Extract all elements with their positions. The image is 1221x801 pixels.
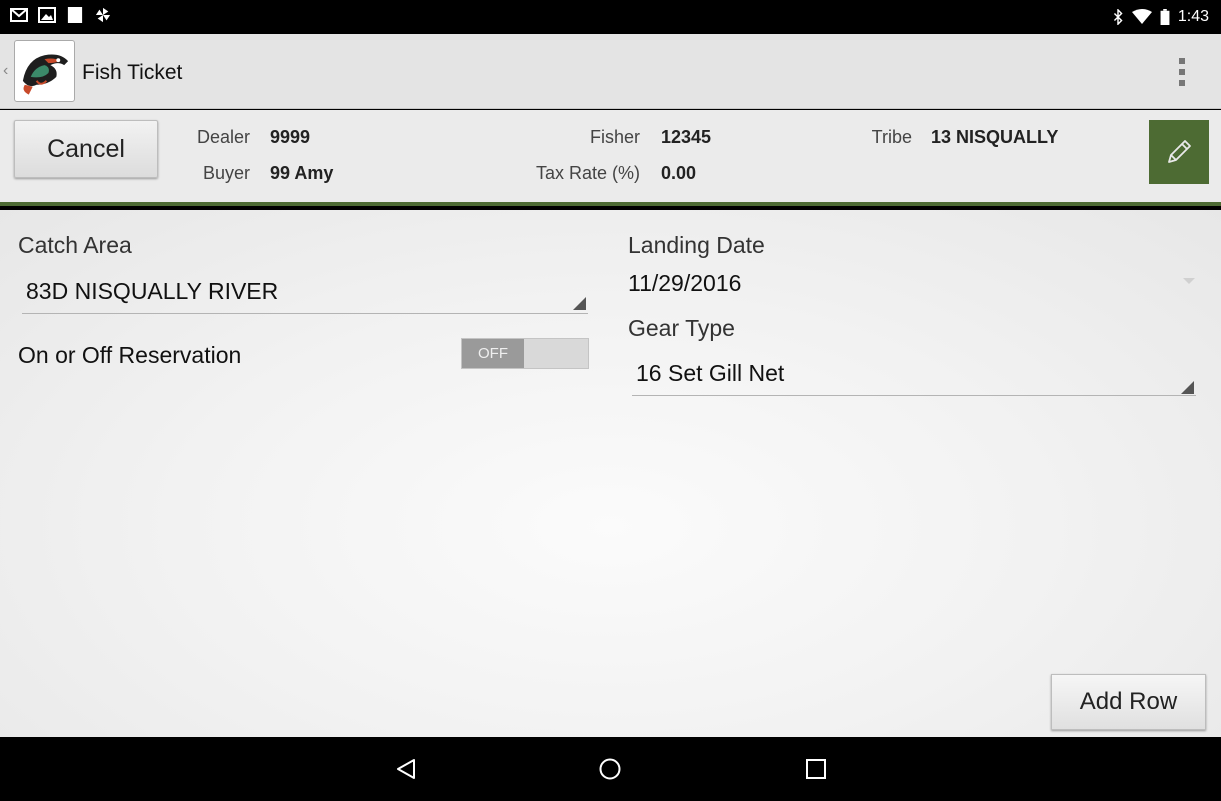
toggle-knob: OFF <box>462 339 524 368</box>
buyer-value: 99 Amy <box>270 163 334 183</box>
spinner-arrow-icon <box>1181 381 1194 394</box>
tax-rate-value: 0.00 <box>661 163 697 183</box>
gear-type-spinner[interactable]: 16 Set Gill Net <box>632 352 1196 396</box>
landing-date-label: Landing Date <box>628 232 765 258</box>
up-caret-icon[interactable]: ‹ <box>3 62 8 80</box>
edit-button[interactable] <box>1149 120 1209 184</box>
catch-area-spinner[interactable]: 83D NISQUALLY RIVER <box>22 270 588 314</box>
battery-icon <box>1160 9 1170 25</box>
gear-type-label: Gear Type <box>628 315 735 341</box>
back-triangle-icon[interactable] <box>392 755 420 783</box>
add-row-button[interactable]: Add Row <box>1051 674 1206 730</box>
fisher-label: Fisher <box>589 127 640 147</box>
ticket-form: Catch Area 83D NISQUALLY RIVER On or Off… <box>0 210 1221 737</box>
action-bar: ‹ Fish Ticket <box>0 34 1221 109</box>
buyer-label: Buyer <box>202 163 250 183</box>
wifi-icon <box>1131 9 1152 24</box>
gmail-icon <box>10 8 28 22</box>
spinner-arrow-icon <box>573 297 586 310</box>
cancel-button[interactable]: Cancel <box>14 120 158 178</box>
reservation-toggle[interactable]: OFF <box>461 338 589 369</box>
ticket-header: Cancel Dealer 9999 Buyer 99 Amy Fisher 1… <box>0 110 1221 206</box>
dealer-value: 9999 <box>270 127 311 147</box>
nav-bar <box>0 737 1221 801</box>
landing-date-value[interactable]: 11/29/2016 <box>628 270 741 297</box>
tribe-label: Tribe <box>871 127 912 147</box>
status-time: 1:43 <box>1177 8 1209 25</box>
page-title: Fish Ticket <box>82 61 183 84</box>
gear-type-value: 16 Set Gill Net <box>636 360 785 386</box>
tax-rate-label: Tax Rate (%) <box>535 163 640 183</box>
bluetooth-icon <box>1113 9 1123 25</box>
orca-fish-logo-icon[interactable] <box>14 40 75 102</box>
tribe-value: 13 NISQUALLY <box>931 127 1059 147</box>
dealer-label: Dealer <box>196 127 250 147</box>
overflow-menu-icon[interactable] <box>1179 58 1187 86</box>
home-circle-icon[interactable] <box>596 755 624 783</box>
catch-area-label: Catch Area <box>18 232 132 258</box>
status-bar: 1:43 <box>0 0 1221 34</box>
pencil-icon <box>1168 140 1191 163</box>
catch-area-value: 83D NISQUALLY RIVER <box>26 278 279 304</box>
date-dropdown-icon[interactable] <box>1183 278 1195 284</box>
fisher-value: 12345 <box>661 127 712 147</box>
blank-notification-icon <box>67 7 83 23</box>
pinwheel-icon <box>95 7 111 23</box>
recents-square-icon[interactable] <box>802 755 830 783</box>
gallery-icon <box>38 7 56 23</box>
reservation-label: On or Off Reservation <box>18 342 242 368</box>
